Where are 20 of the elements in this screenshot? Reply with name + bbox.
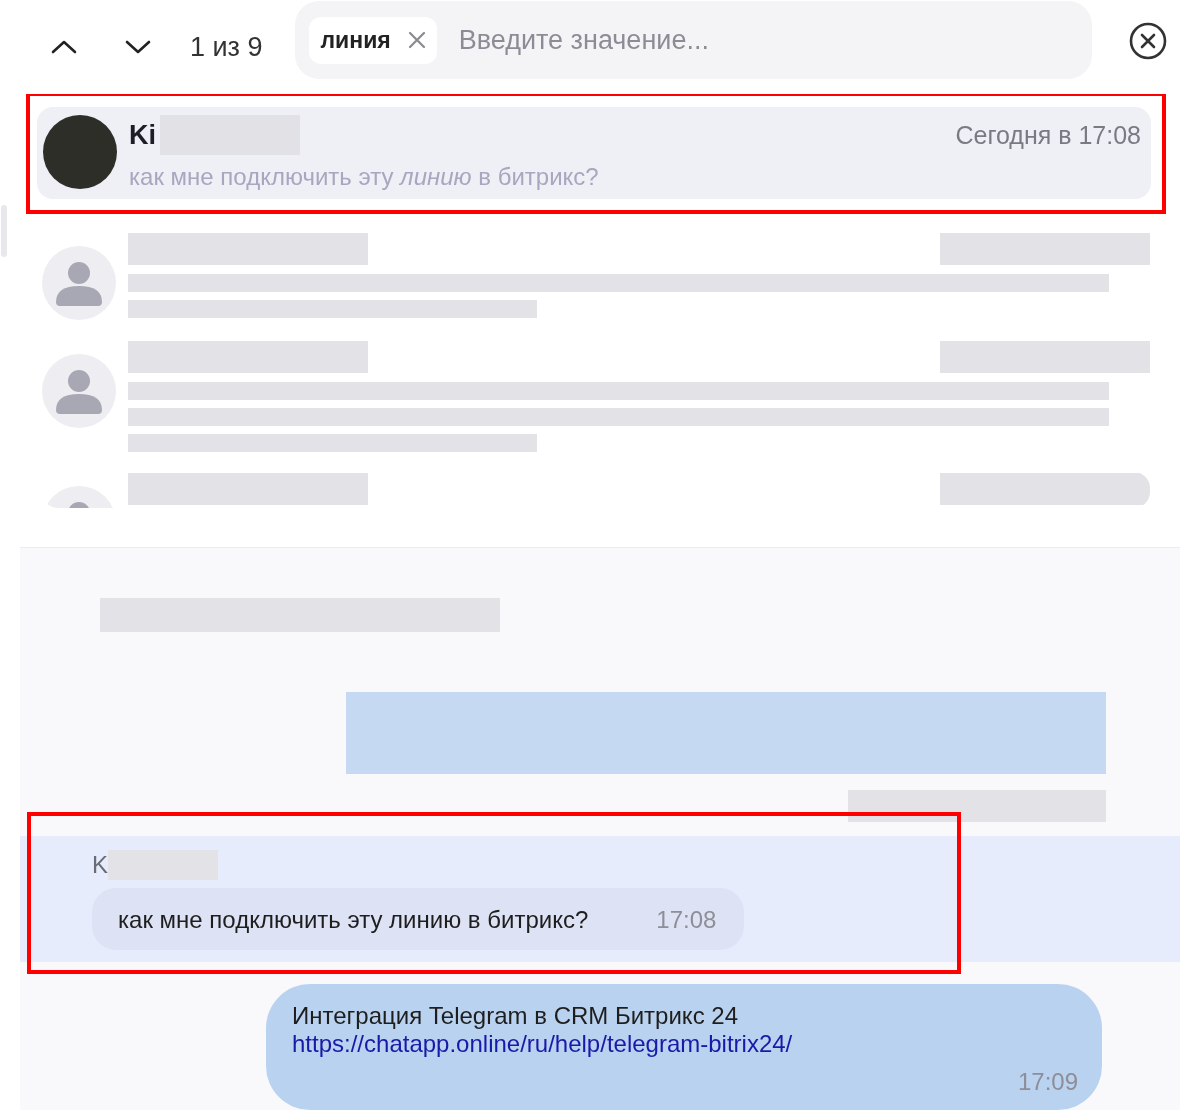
clear-search-icon[interactable] <box>1128 21 1168 62</box>
author-name: K <box>92 851 108 879</box>
chevron-up-icon <box>50 39 78 56</box>
help-link[interactable]: https://chatapp.online/ru/help/telegram-bitrix24/ <box>292 1030 793 1058</box>
chevron-down-icon <box>124 39 152 56</box>
user-silhouette-icon <box>42 354 116 429</box>
message-time: 17:09 <box>1017 1068 1078 1096</box>
message-text: как мне подключить эту линию в битрикс? <box>118 906 589 934</box>
search-input[interactable]: Введите значение... <box>456 23 1078 57</box>
user-silhouette-icon <box>42 246 116 321</box>
search-result[interactable]: Ki Сегодня в 17:08 как мне подключить эту линию в битрикс? <box>37 107 1151 200</box>
message-text: Интеграция Telegram в CRM Битрикс 24 <box>292 1002 738 1030</box>
chip-label: линия <box>320 26 391 54</box>
close-icon[interactable] <box>406 30 427 51</box>
result-counter: 1 из 9 <box>190 31 263 63</box>
search-field[interactable]: линия Введите значение... <box>294 1 1092 80</box>
message-snippet: как мне подключить эту линию в битрикс? <box>129 163 600 192</box>
contact-name: Ki <box>129 119 156 151</box>
message-time: 17:08 <box>656 906 717 934</box>
result-time: Сегодня в 17:08 <box>955 120 1141 150</box>
